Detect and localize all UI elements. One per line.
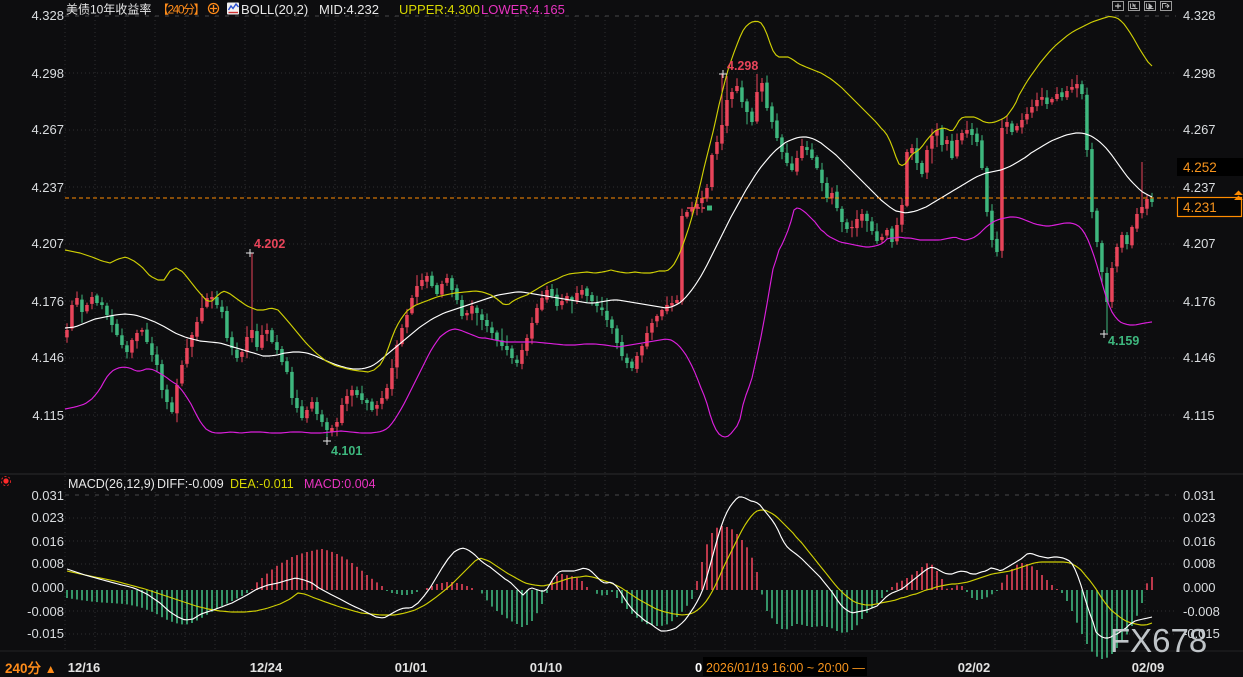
svg-text:0.016: 0.016 bbox=[1183, 534, 1216, 549]
svg-text:01/10: 01/10 bbox=[530, 660, 563, 675]
svg-text:0.031: 0.031 bbox=[1183, 488, 1216, 503]
svg-text:0.023: 0.023 bbox=[1183, 510, 1216, 525]
svg-text:4.237: 4.237 bbox=[1183, 180, 1216, 195]
svg-text:4.115: 4.115 bbox=[1183, 408, 1215, 423]
svg-text:4.115: 4.115 bbox=[32, 408, 64, 423]
svg-text:-0.015: -0.015 bbox=[27, 626, 64, 641]
svg-text:12/24: 12/24 bbox=[250, 660, 283, 675]
svg-text:02/02: 02/02 bbox=[958, 660, 991, 675]
svg-text:4.252: 4.252 bbox=[1183, 160, 1217, 175]
svg-text:4.101: 4.101 bbox=[331, 444, 362, 458]
svg-text:0.031: 0.031 bbox=[31, 488, 64, 503]
svg-text:240分 ▲: 240分 ▲ bbox=[5, 661, 57, 676]
svg-text:DEA:-0.011: DEA:-0.011 bbox=[230, 477, 294, 491]
svg-text:FX678: FX678 bbox=[1110, 622, 1207, 659]
svg-text:4.146: 4.146 bbox=[31, 350, 64, 365]
svg-text:4.328: 4.328 bbox=[1183, 8, 1216, 23]
svg-text:4.298: 4.298 bbox=[727, 59, 758, 73]
svg-text:4.176: 4.176 bbox=[1183, 294, 1216, 309]
svg-text:0.023: 0.023 bbox=[31, 510, 64, 525]
svg-text:0.008: 0.008 bbox=[1183, 556, 1216, 571]
svg-text:4.267: 4.267 bbox=[31, 122, 64, 137]
svg-text:LOWER:4.165: LOWER:4.165 bbox=[481, 2, 565, 17]
svg-text:4.207: 4.207 bbox=[1183, 236, 1216, 251]
svg-text:4.298: 4.298 bbox=[31, 66, 64, 81]
svg-text:4.146: 4.146 bbox=[1183, 350, 1216, 365]
svg-text:4.159: 4.159 bbox=[1108, 334, 1139, 348]
svg-text:DIFF:-0.009: DIFF:-0.009 bbox=[157, 477, 224, 491]
svg-text:4.267: 4.267 bbox=[1183, 122, 1216, 137]
svg-text:0: 0 bbox=[695, 660, 702, 675]
svg-text:MACD(26,12,9): MACD(26,12,9) bbox=[68, 477, 155, 491]
svg-text:0.000: 0.000 bbox=[1183, 580, 1216, 595]
svg-text:MID:4.232: MID:4.232 bbox=[319, 2, 379, 17]
svg-text:BOLL(20,2): BOLL(20,2) bbox=[241, 2, 308, 17]
svg-text:UPPER:4.300: UPPER:4.300 bbox=[399, 2, 480, 17]
svg-text:4.328: 4.328 bbox=[31, 8, 64, 23]
svg-text:0.016: 0.016 bbox=[31, 534, 64, 549]
svg-text:0.008: 0.008 bbox=[31, 556, 64, 571]
svg-text:01/01: 01/01 bbox=[395, 660, 428, 675]
svg-text:-0.008: -0.008 bbox=[27, 604, 64, 619]
svg-text:12/16: 12/16 bbox=[68, 660, 101, 675]
svg-text:-0.008: -0.008 bbox=[1183, 604, 1220, 619]
svg-text:4.231: 4.231 bbox=[1183, 200, 1217, 215]
svg-text:4.202: 4.202 bbox=[254, 237, 285, 251]
svg-text:4.176: 4.176 bbox=[31, 294, 64, 309]
svg-text:【240分】: 【240分】 bbox=[157, 3, 204, 17]
svg-text:02/09: 02/09 bbox=[1132, 660, 1165, 675]
svg-text:MACD:0.004: MACD:0.004 bbox=[304, 477, 376, 491]
svg-text:0.000: 0.000 bbox=[31, 580, 64, 595]
svg-text:美债10年收益率: 美债10年收益率 bbox=[66, 2, 151, 17]
svg-text:4.298: 4.298 bbox=[1183, 66, 1216, 81]
svg-text:2026/01/19 16:00 ~ 20:00 —: 2026/01/19 16:00 ~ 20:00 — bbox=[706, 661, 865, 675]
svg-text:4.237: 4.237 bbox=[31, 180, 64, 195]
svg-text:4.207: 4.207 bbox=[31, 236, 64, 251]
